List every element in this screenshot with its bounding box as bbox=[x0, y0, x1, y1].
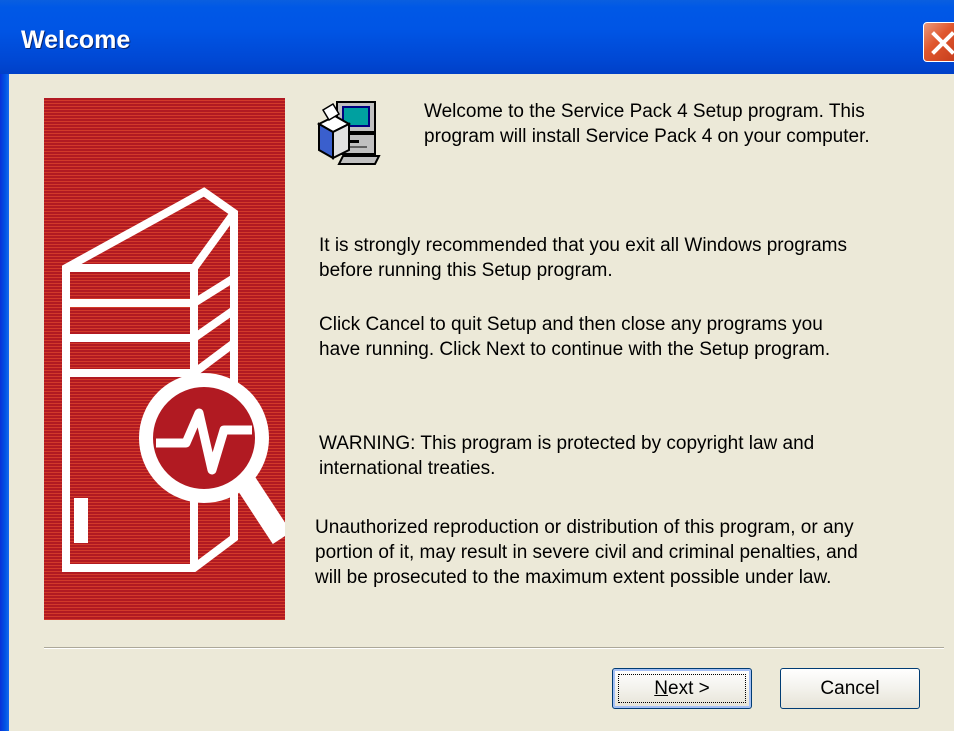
legal-line-1: Unauthorized reproduction or distributio… bbox=[315, 517, 854, 538]
next-label-rest: ext > bbox=[668, 678, 710, 699]
legal-line-3: will be prosecuted to the maximum extent… bbox=[315, 567, 832, 588]
server-magnifier-icon bbox=[62, 187, 285, 572]
warning-line-1: WARNING: This program is protected by co… bbox=[319, 433, 815, 454]
setup-banner bbox=[44, 98, 285, 620]
legal-line-2: portion of it, may result in severe civi… bbox=[315, 542, 858, 563]
intro-line-1: Welcome to the Service Pack 4 Setup prog… bbox=[424, 101, 865, 122]
next-button[interactable]: Next > bbox=[612, 668, 752, 709]
button-divider bbox=[44, 647, 944, 649]
next-mnemonic: N bbox=[654, 678, 668, 699]
close-icon bbox=[931, 31, 954, 55]
recommend-line-1: It is strongly recommended that you exit… bbox=[319, 235, 847, 256]
intro-line-2: program will install Service Pack 4 on y… bbox=[424, 126, 870, 147]
cancel-button[interactable]: Cancel bbox=[780, 668, 920, 709]
setup-dialog: Welcome Welcome to the Service Pack 4 Se… bbox=[0, 0, 954, 731]
setup-computer-icon bbox=[313, 98, 385, 166]
close-button[interactable] bbox=[923, 22, 954, 62]
title-bar[interactable]: Welcome bbox=[0, 0, 954, 74]
recommend-line-2: before running this Setup program. bbox=[319, 260, 613, 281]
instructions-line-2: have running. Click Next to continue wit… bbox=[319, 339, 831, 360]
window-left-border bbox=[0, 74, 9, 731]
instructions-line-1: Click Cancel to quit Setup and then clos… bbox=[319, 314, 823, 335]
warning-line-2: international treaties. bbox=[319, 458, 496, 479]
next-button-label: Next > bbox=[654, 678, 709, 699]
window-title: Welcome bbox=[21, 26, 131, 54]
